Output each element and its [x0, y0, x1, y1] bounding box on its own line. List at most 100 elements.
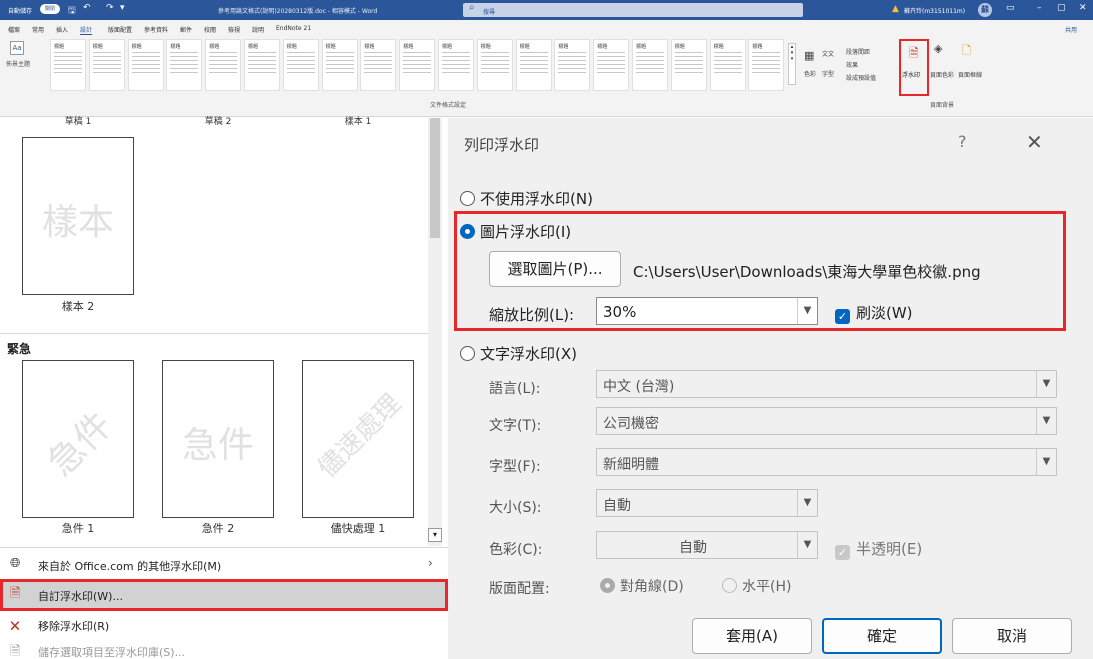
colors-icon[interactable]: ▦	[804, 49, 814, 62]
style-gallery: 標題 標題 標題 標題 標題 標題 標題 標題 標題 標題 標題 標題 標題 標題 標題 標題 標題 標題 標題	[50, 39, 790, 95]
washout-checkbox[interactable]: ✓ 刷淡(W)	[835, 302, 913, 324]
font-combo: 新細明體 ▼	[596, 448, 1057, 476]
layout-horizontal-option: 水平(H)	[722, 576, 791, 596]
cancel-button[interactable]: 取消	[952, 618, 1072, 654]
color-value: 自動	[679, 540, 707, 556]
style-set-thumbnail[interactable]: 標題	[88, 39, 125, 91]
user-name[interactable]: 蘇卉玲(m3151011m)	[904, 6, 965, 15]
tab-insert[interactable]: 插入	[56, 25, 68, 34]
size-label: 大小(S):	[489, 500, 542, 516]
theme-icon[interactable]: Aa	[10, 41, 24, 55]
gallery-scrollbar[interactable]	[428, 118, 442, 546]
menu-save-selection: 🗎 儲存選取項目至浮水印庫(S)...	[0, 637, 448, 659]
no-watermark-option[interactable]: 不使用浮水印(N)	[460, 188, 593, 209]
chevron-right-icon: ›	[428, 556, 433, 570]
theme-label[interactable]: 佈景主題	[6, 59, 30, 68]
menu-custom-watermark[interactable]: 🗎 自訂浮水印(W)...	[0, 579, 448, 611]
select-picture-button[interactable]: 選取圖片(P)...	[489, 251, 621, 287]
text-watermark-option[interactable]: 文字浮水印(X)	[460, 343, 577, 364]
tab-endnote[interactable]: EndNote 21	[276, 25, 311, 32]
style-set-thumbnail[interactable]: 標題	[205, 39, 242, 91]
tab-file[interactable]: 檔案	[8, 25, 20, 34]
scale-combo[interactable]: 30% ▼	[596, 297, 818, 325]
page-color-label[interactable]: 頁面色彩	[930, 70, 954, 79]
style-set-thumbnail[interactable]: 標題	[127, 39, 164, 91]
warning-icon[interactable]: ▲	[892, 4, 899, 14]
tab-help[interactable]: 說明	[252, 25, 264, 34]
share-button[interactable]: 共用	[1065, 25, 1077, 34]
style-set-thumbnail[interactable]: 標題	[166, 39, 203, 91]
watermark-sample2-label: 樣本 2	[61, 300, 95, 313]
tab-design[interactable]: 設計	[80, 25, 93, 35]
page-borders-label[interactable]: 頁面框線	[958, 70, 982, 79]
scroll-down-icon[interactable]: ▾	[428, 528, 442, 542]
menu-office-more[interactable]: 🌐︎ 來自於 Office.com 的其他浮水印(M) ›	[0, 551, 448, 579]
watermark-asap1[interactable]: 儘速處理	[302, 360, 414, 518]
ok-button[interactable]: 確定	[822, 618, 942, 654]
document-title: 參考用論文格式(說明)20280312版.doc - 相容模式 - Word	[218, 8, 378, 15]
scroll-thumb[interactable]	[430, 118, 440, 238]
tab-layout[interactable]: 版面配置	[108, 25, 132, 34]
autosave-toggle[interactable]: 關閉	[40, 4, 60, 14]
language-value: 中文 (台灣)	[603, 379, 675, 395]
menu-remove-watermark[interactable]: 🗙 移除浮水印(R)	[0, 611, 448, 639]
style-set-thumbnail[interactable]: 標題	[554, 39, 591, 91]
paragraph-spacing-button[interactable]: 段落間距	[846, 47, 870, 56]
gallery-more-icon[interactable]: ▴ ▾ ▾	[788, 43, 796, 85]
save-to-gallery-icon: 🗎	[10, 644, 21, 659]
style-set-thumbnail[interactable]: 標題	[321, 39, 358, 91]
style-set-heading: 標題	[558, 44, 569, 50]
chevron-down-icon: ▼	[797, 490, 817, 516]
colors-label[interactable]: 色彩	[804, 69, 816, 78]
close-button[interactable]: ✕	[1026, 130, 1043, 154]
style-set-heading: 標題	[442, 44, 453, 50]
globe-icon: 🌐︎	[10, 556, 21, 571]
tab-mailings[interactable]: 郵件	[180, 25, 192, 34]
layout-diagonal-label: 對角線(D)	[620, 579, 684, 595]
style-set-thumbnail[interactable]: 標題	[244, 39, 280, 91]
search-box[interactable]: ⌕ 搜尋	[463, 2, 803, 17]
maximize-icon[interactable]: ▢	[1057, 3, 1066, 13]
style-set-thumbnail[interactable]: 標題	[282, 39, 319, 91]
effects-button[interactable]: 效果	[846, 60, 858, 69]
style-set-body-lines	[674, 52, 703, 76]
text-label[interactable]: 文文	[822, 49, 834, 58]
minimize-icon[interactable]: –	[1037, 3, 1042, 13]
fonts-label[interactable]: 字型	[822, 69, 834, 78]
semitransparent-checkbox: ✓ 半透明(E)	[835, 538, 922, 560]
picture-watermark-option[interactable]: 圖片浮水印(I)	[460, 221, 571, 242]
avatar[interactable]: 蘇	[978, 3, 992, 17]
save-icon[interactable]: 🖫	[68, 3, 76, 19]
page-borders-icon[interactable]: 🗋	[962, 42, 971, 61]
redo-icon[interactable]: ↷	[106, 3, 114, 13]
style-set-thumbnail[interactable]: 標題	[709, 39, 746, 91]
style-set-thumbnail[interactable]: 標題	[476, 39, 513, 91]
style-set-thumbnail[interactable]: 標題	[748, 39, 785, 91]
tab-home[interactable]: 常用	[32, 25, 44, 34]
watermark-urgent2[interactable]: 急件	[162, 360, 274, 518]
style-set-thumbnail[interactable]: 標題	[632, 39, 668, 91]
style-set-thumbnail[interactable]: 標題	[399, 39, 436, 91]
tab-view[interactable]: 檢視	[228, 25, 240, 34]
tab-references[interactable]: 參考資料	[144, 25, 168, 34]
style-set-thumbnail[interactable]: 標題	[593, 39, 630, 91]
style-set-thumbnail[interactable]: 標題	[360, 39, 397, 91]
watermark-urgent1[interactable]: 急件	[22, 360, 134, 518]
help-button[interactable]: ?	[958, 132, 967, 151]
style-set-thumbnail[interactable]: 標題	[670, 39, 707, 91]
style-set-thumbnail[interactable]: 標題	[50, 39, 86, 91]
style-set-thumbnail[interactable]: 標題	[515, 39, 552, 91]
set-default-button[interactable]: 設成預設值	[846, 73, 876, 82]
customize-qat-icon[interactable]: ▾	[120, 3, 125, 13]
watermark-button[interactable]: 🗎 浮水印	[899, 39, 929, 96]
undo-icon[interactable]: ↶	[83, 3, 91, 13]
close-window-icon[interactable]: ✕	[1079, 3, 1087, 13]
watermark-sample2[interactable]: 樣本	[22, 137, 134, 295]
tab-review[interactable]: 校閱	[204, 25, 216, 34]
style-set-heading: 標題	[519, 44, 530, 50]
style-set-thumbnail[interactable]: 標題	[438, 39, 474, 91]
page-color-icon[interactable]: ◈	[934, 42, 942, 55]
ribbon-display-icon[interactable]: ▭	[1006, 3, 1015, 13]
apply-button[interactable]: 套用(A)	[692, 618, 812, 654]
style-set-body-lines	[92, 52, 121, 76]
